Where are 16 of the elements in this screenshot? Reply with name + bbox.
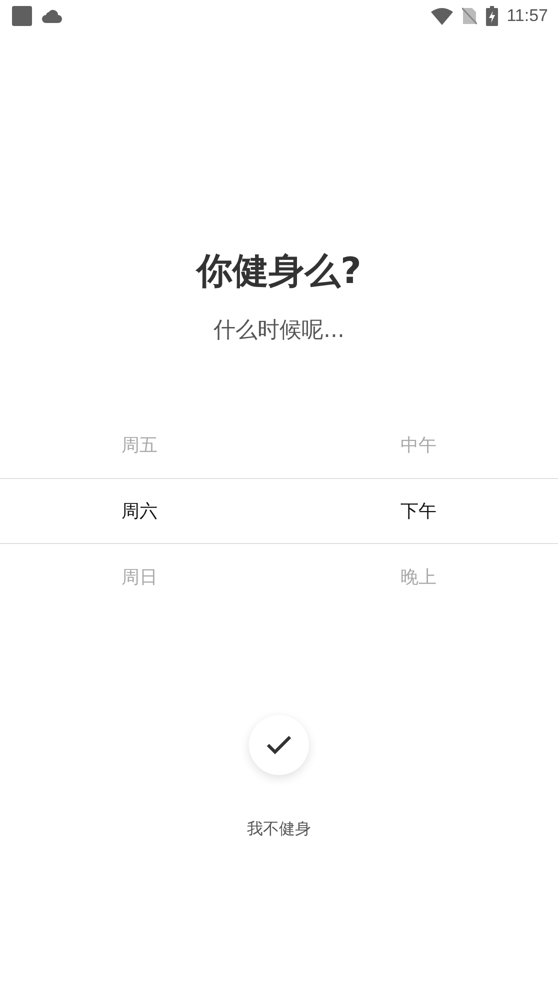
question-title: 你健身么? bbox=[196, 250, 362, 294]
status-time: 11:57 bbox=[506, 6, 548, 26]
picker-option[interactable]: 中午 bbox=[400, 433, 436, 457]
battery-charging-icon bbox=[486, 6, 498, 26]
app-square-icon bbox=[12, 6, 32, 26]
skip-link[interactable]: 我不健身 bbox=[247, 818, 311, 840]
question-subtitle: 什么时候呢... bbox=[214, 317, 344, 345]
picker-option[interactable]: 下午 bbox=[400, 499, 436, 523]
checkmark-icon bbox=[266, 735, 292, 755]
cloud-icon bbox=[41, 7, 63, 25]
wifi-icon bbox=[430, 8, 453, 24]
no-sim-icon bbox=[462, 7, 477, 25]
picker-option[interactable]: 晚上 bbox=[400, 565, 436, 589]
picker-option[interactable]: 周六 bbox=[122, 499, 158, 523]
picker-option[interactable]: 周五 bbox=[122, 433, 158, 457]
picker-option[interactable]: 周日 bbox=[122, 565, 158, 589]
